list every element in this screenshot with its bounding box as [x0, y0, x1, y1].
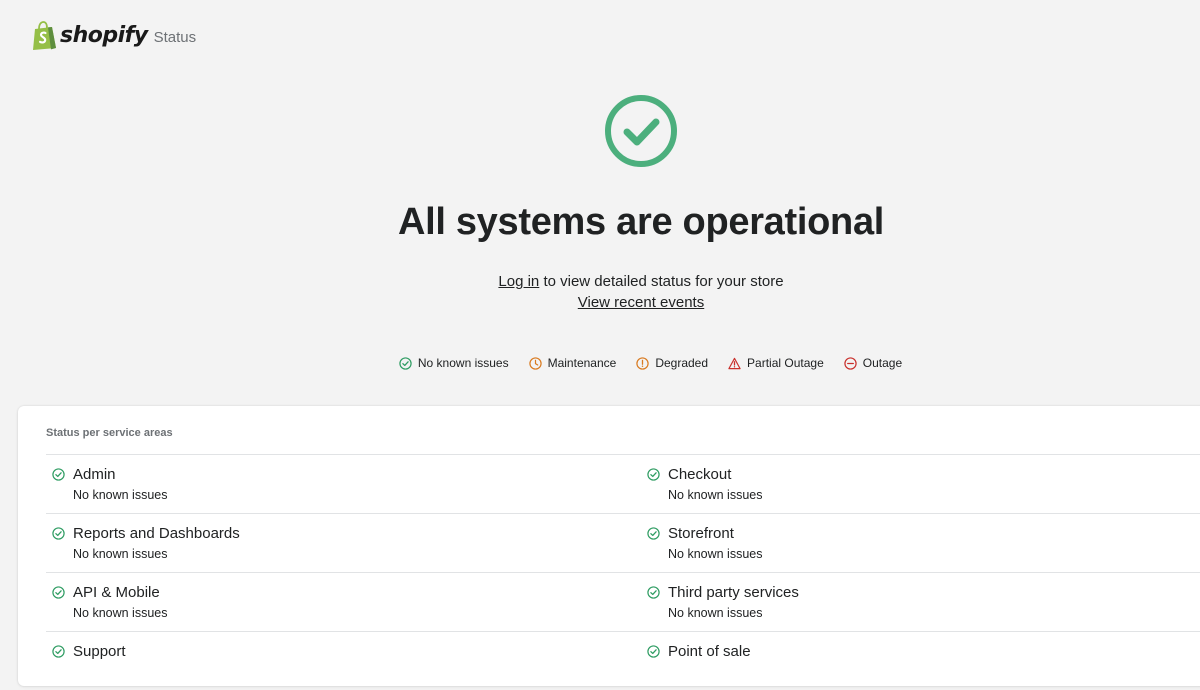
legend-label: No known issues	[417, 356, 509, 370]
legend-partial-outage: Partial Outage	[728, 356, 824, 370]
login-line-text: to view detailed status for your store	[539, 273, 784, 290]
login-link[interactable]: Log in	[498, 273, 539, 290]
minus-circle-icon	[844, 356, 857, 370]
check-circle-icon	[52, 586, 65, 599]
header-logo[interactable]: shopify Status	[31, 20, 196, 50]
legend-label: Maintenance	[547, 356, 617, 370]
shopify-bag-icon	[33, 21, 56, 50]
service-status: No known issues	[668, 547, 763, 561]
events-line: View recent events	[0, 294, 1200, 311]
service-status: No known issues	[668, 488, 763, 502]
service-support[interactable]: Support	[46, 631, 642, 690]
service-name: Storefront	[668, 525, 734, 542]
check-circle-icon	[52, 468, 65, 481]
check-circle-icon	[605, 95, 677, 167]
exclamation-circle-icon	[636, 356, 649, 370]
legend-no-known-issues: No known issues	[399, 356, 509, 370]
service-name: Reports and Dashboards	[73, 525, 240, 542]
service-third-party-services[interactable]: Third party services No known issues	[641, 572, 1200, 631]
check-circle-icon	[52, 645, 65, 658]
service-point-of-sale[interactable]: Point of sale	[641, 631, 1200, 690]
page-title: All systems are operational	[397, 201, 885, 243]
login-line: Log in to view detailed status for your …	[0, 273, 1200, 290]
legend-label: Outage	[862, 356, 903, 370]
view-recent-events-link[interactable]: View recent events	[578, 294, 704, 311]
brand-suffix: Status	[153, 29, 197, 46]
service-admin[interactable]: Admin No known issues	[46, 454, 642, 513]
service-status: No known issues	[73, 606, 168, 620]
check-circle-icon	[399, 356, 412, 370]
service-status: No known issues	[73, 547, 168, 561]
brand-wordmark: shopify	[60, 23, 148, 48]
service-status: No known issues	[668, 606, 763, 620]
service-name: Point of sale	[668, 643, 751, 660]
clock-icon	[528, 356, 542, 370]
legend-degraded: Degraded	[636, 356, 708, 370]
service-storefront[interactable]: Storefront No known issues	[641, 513, 1200, 572]
service-name: Support	[73, 643, 126, 660]
service-status: No known issues	[73, 488, 168, 502]
service-areas-card: Status per service areas Admin No known …	[18, 406, 1200, 686]
status-legend: No known issues Maintenance Degraded Par…	[0, 356, 1200, 370]
card-title: Status per service areas	[46, 427, 173, 439]
service-reports-and-dashboards[interactable]: Reports and Dashboards No known issues	[46, 513, 642, 572]
service-name: Third party services	[668, 584, 799, 601]
legend-label: Partial Outage	[747, 356, 824, 370]
service-checkout[interactable]: Checkout No known issues	[641, 454, 1200, 513]
check-circle-icon	[647, 468, 660, 481]
warning-triangle-icon	[728, 357, 741, 369]
service-api-mobile[interactable]: API & Mobile No known issues	[46, 572, 642, 631]
service-name: API & Mobile	[73, 584, 160, 601]
check-circle-icon	[647, 645, 660, 658]
legend-maintenance: Maintenance	[528, 356, 617, 370]
legend-outage: Outage	[844, 356, 902, 370]
check-circle-icon	[52, 527, 65, 540]
legend-label: Degraded	[655, 356, 709, 370]
check-circle-icon	[647, 586, 660, 599]
check-circle-icon	[647, 527, 660, 540]
service-name: Admin	[73, 466, 116, 483]
service-name: Checkout	[668, 466, 732, 483]
